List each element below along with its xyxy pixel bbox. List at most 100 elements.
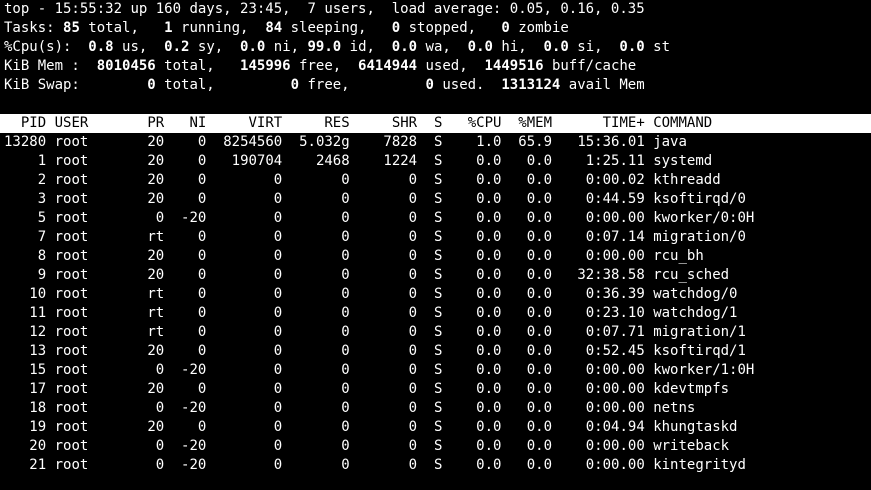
tasks-zombie-label: zombie [509,20,569,36]
col-virt: 0 [214,324,283,340]
uptime-text: up 160 days, 23:45, [122,1,308,17]
col-pid: 5 [4,210,47,226]
col-ni: 0 [172,267,207,283]
col-shr: 0 [358,438,418,454]
col-command: netns [653,400,696,416]
col-s: S [425,305,443,321]
col-pr: rt [138,229,165,245]
col-res: 0 [290,210,350,226]
col-time: 0:00.00 [560,400,645,416]
col-cpu: 0.0 [450,248,502,264]
col-mem: 0.0 [509,343,553,359]
col-pid: 19 [4,419,47,435]
col-pid: 12 [4,324,47,340]
col-command: migration/0 [653,229,746,245]
col-s: S [425,362,443,378]
col-s: S [425,191,443,207]
table-row[interactable]: 2 root 20 0 0 0 0 S 0.0 0.0 0:00.02 kthr… [0,171,871,190]
col-res: 0 [290,248,350,264]
col-res: 0 [290,400,350,416]
col-shr: 0 [358,324,418,340]
col-pid: 8 [4,248,47,264]
col-time: 0:07.71 [560,324,645,340]
col-pid: 10 [4,286,47,302]
table-row[interactable]: 8 root 20 0 0 0 0 S 0.0 0.0 0:00.00 rcu_… [0,247,871,266]
col-user: root [54,362,131,378]
col-user: root [54,438,131,454]
col-cpu: %CPU [450,115,502,131]
col-virt: 0 [214,438,283,454]
tasks-sleeping-label: sleeping, [282,20,392,36]
table-row[interactable]: 13280 root 20 0 8254560 5.032g 7828 S 1.… [0,133,871,152]
col-mem: %MEM [509,115,553,131]
col-pr: 0 [138,362,165,378]
users-count: 7 [307,1,316,17]
table-row[interactable]: 21 root 0 -20 0 0 0 S 0.0 0.0 0:00.00 ki… [0,456,871,475]
swap-used-label: used. [433,77,502,93]
col-pr: rt [138,286,165,302]
table-row[interactable]: 17 root 20 0 0 0 0 S 0.0 0.0 0:00.00 kde… [0,380,871,399]
col-mem: 0.0 [509,324,553,340]
col-s: S [425,248,443,264]
table-row[interactable]: 11 root rt 0 0 0 0 S 0.0 0.0 0:23.10 wat… [0,304,871,323]
col-virt: 0 [214,267,283,283]
tasks-running-label: running, [172,20,266,36]
col-shr: 0 [358,419,418,435]
col-virt: 190704 [214,153,283,169]
col-ni: 0 [172,191,207,207]
tasks-zombie: 0 [501,20,510,36]
col-ni: 0 [172,248,207,264]
cpu-us-label: us, [113,39,165,55]
col-ni: -20 [172,400,207,416]
col-pr: 20 [138,381,165,397]
col-user: root [54,400,131,416]
col-shr: 0 [358,267,418,283]
col-cpu: 0.0 [450,286,502,302]
col-pid: 13280 [4,134,47,150]
col-virt: 0 [214,419,283,435]
table-row[interactable]: 20 root 0 -20 0 0 0 S 0.0 0.0 0:00.00 wr… [0,437,871,456]
table-row[interactable]: 10 root rt 0 0 0 0 S 0.0 0.0 0:36.39 wat… [0,285,871,304]
avail-mem: 1313124 [501,77,561,93]
col-mem: 0.0 [509,286,553,302]
summary-swap-line: KiB Swap: 0 total, 0 free, 0 used. 13131… [0,76,871,95]
col-pr: 20 [138,191,165,207]
table-row[interactable]: 19 root 20 0 0 0 0 S 0.0 0.0 0:04.94 khu… [0,418,871,437]
table-row[interactable]: 13 root 20 0 0 0 0 S 0.0 0.0 0:52.45 kso… [0,342,871,361]
process-table-header: PID USER PR NI VIRT RES SHR S %CPU %MEM … [0,114,871,133]
col-mem: 0.0 [509,248,553,264]
cpu-sy: 0.2 [164,39,190,55]
col-user: root [54,457,131,473]
col-mem: 0.0 [509,362,553,378]
col-pid: 13 [4,343,47,359]
col-cpu: 0.0 [450,343,502,359]
table-row[interactable]: 18 root 0 -20 0 0 0 S 0.0 0.0 0:00.00 ne… [0,399,871,418]
col-pid: 21 [4,457,47,473]
table-row[interactable]: 1 root 20 0 190704 2468 1224 S 0.0 0.0 1… [0,152,871,171]
tasks-total: 85 [63,20,80,36]
table-row[interactable]: 9 root 20 0 0 0 0 S 0.0 0.0 32:38.58 rcu… [0,266,871,285]
col-shr: 0 [358,210,418,226]
terminal-window[interactable]: top - 15:55:32 up 160 days, 23:45, 7 use… [0,0,871,490]
table-row[interactable]: 3 root 20 0 0 0 0 S 0.0 0.0 0:44.59 ksof… [0,190,871,209]
col-res: 5.032g [290,134,350,150]
col-time: 32:38.58 [560,267,645,283]
col-s: S [425,134,443,150]
table-row[interactable]: 7 root rt 0 0 0 0 S 0.0 0.0 0:07.14 migr… [0,228,871,247]
col-pr: 20 [138,153,165,169]
col-mem: 0.0 [509,172,553,188]
col-ni: 0 [172,343,207,359]
col-cpu: 0.0 [450,229,502,245]
table-row[interactable]: 5 root 0 -20 0 0 0 S 0.0 0.0 0:00.00 kwo… [0,209,871,228]
col-pr: 0 [138,210,165,226]
table-row[interactable]: 12 root rt 0 0 0 0 S 0.0 0.0 0:07.71 mig… [0,323,871,342]
table-row[interactable]: 15 root 0 -20 0 0 0 S 0.0 0.0 0:00.00 kw… [0,361,871,380]
col-s: S [425,172,443,188]
col-shr: 0 [358,172,418,188]
col-shr: 0 [358,191,418,207]
col-ni: 0 [172,153,207,169]
col-command: ksoftirqd/1 [653,343,746,359]
col-mem: 0.0 [509,438,553,454]
col-res: 0 [290,343,350,359]
col-mem: 0.0 [509,210,553,226]
